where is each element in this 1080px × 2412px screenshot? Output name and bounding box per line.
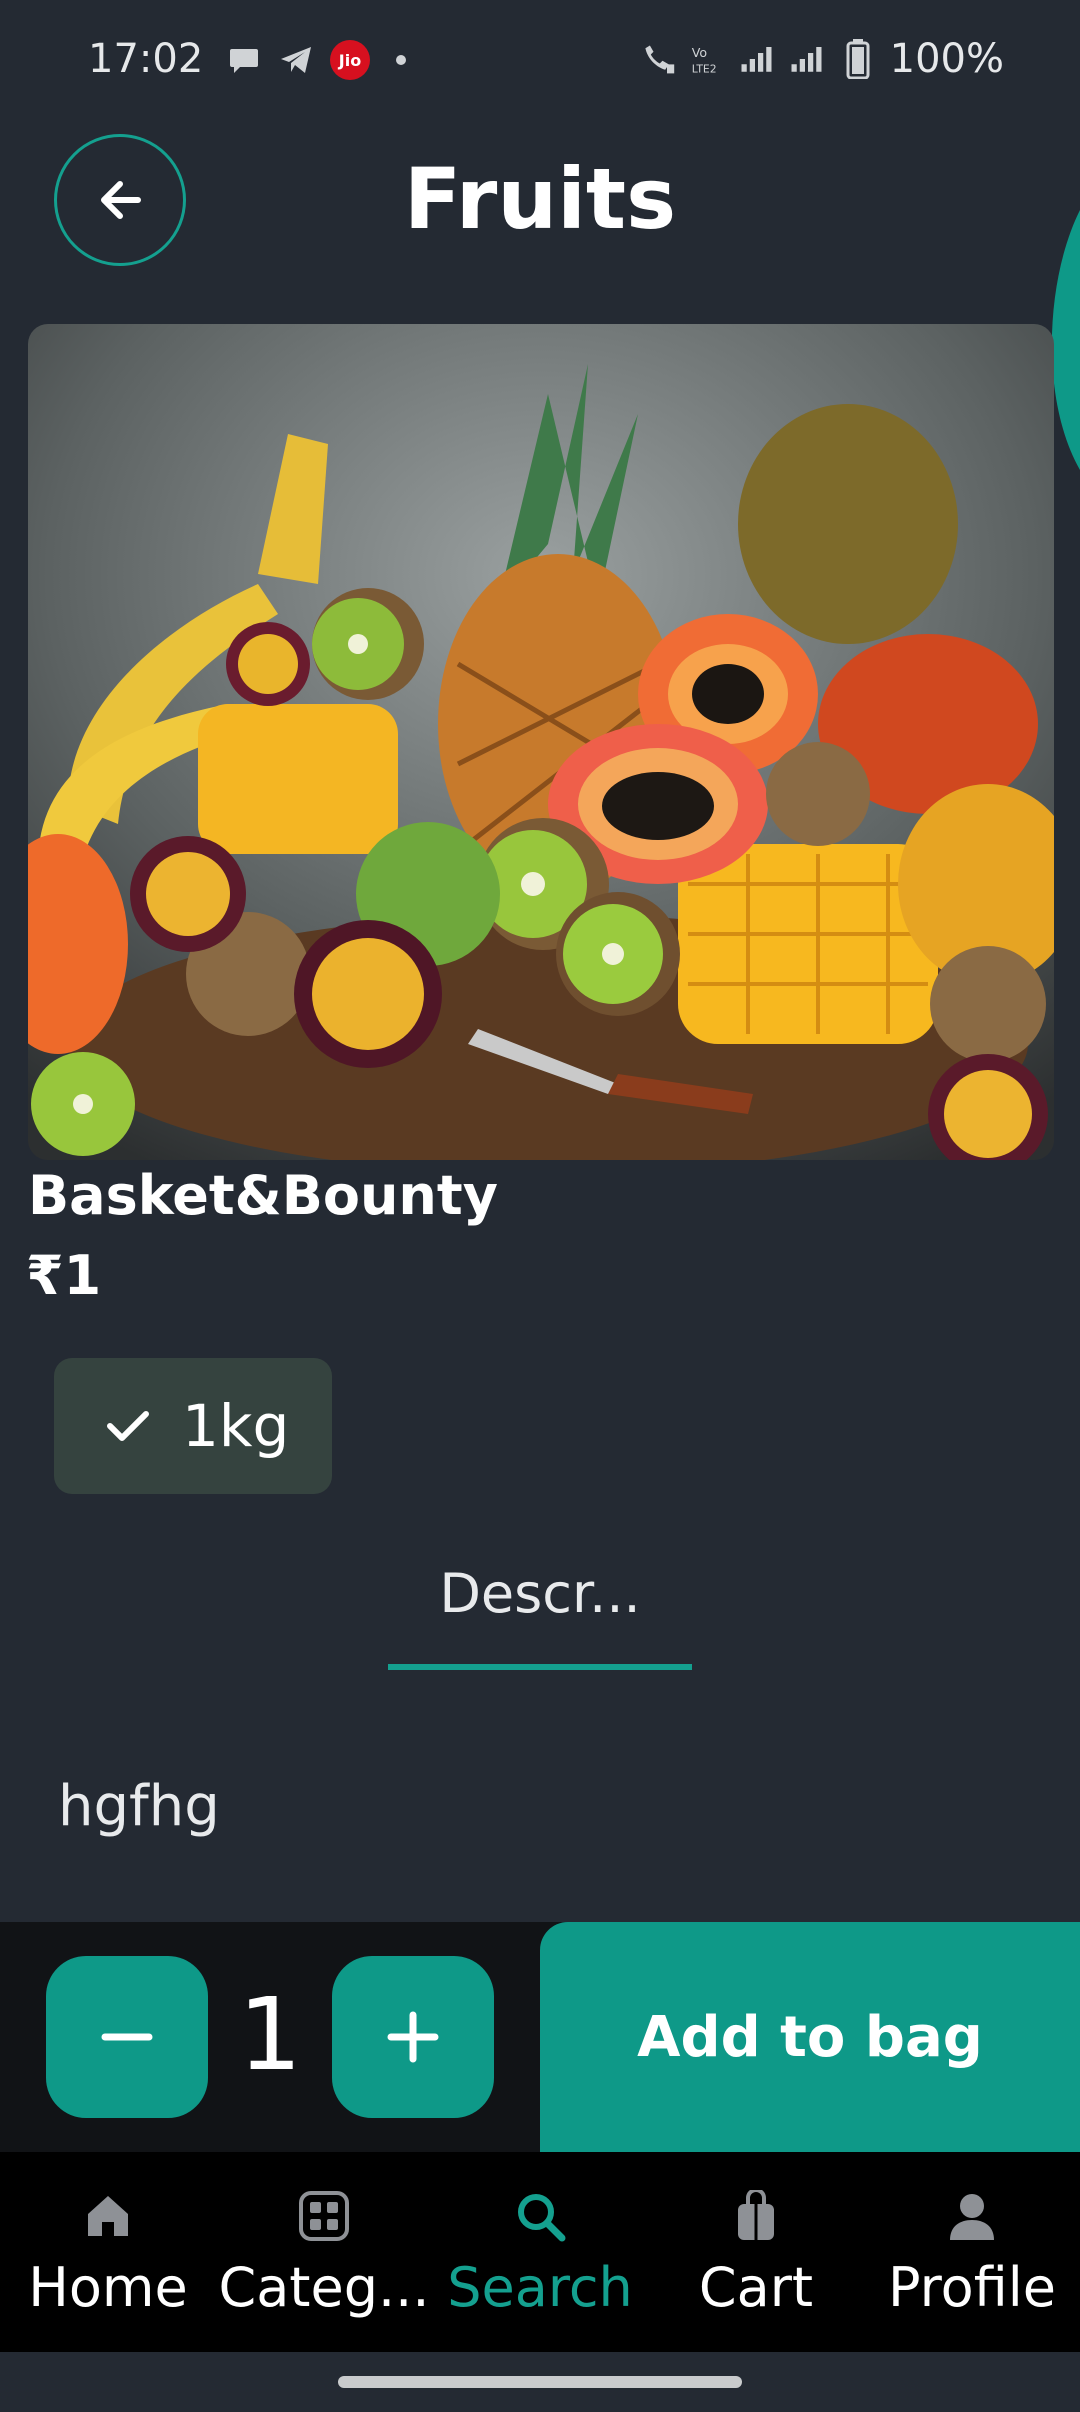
status-bar: 17:02 Jio Vo LTE2 100%	[0, 0, 1080, 126]
home-gesture-bar[interactable]	[338, 2376, 742, 2388]
tab-indicator	[388, 1664, 692, 1670]
nav-item-cart[interactable]: Cart	[648, 2186, 864, 2319]
svg-text:LTE2: LTE2	[691, 63, 716, 76]
page-title: Fruits	[403, 150, 677, 248]
home-icon	[78, 2186, 138, 2246]
signal-icon	[740, 41, 776, 77]
product-detail-screen: 17:02 Jio Vo LTE2 100% Fruits Basket&Bou…	[0, 0, 1080, 2412]
nav-label-profile: Profile	[888, 2256, 1056, 2319]
wifi-call-icon	[640, 41, 676, 77]
decrease-quantity-button[interactable]	[46, 1956, 208, 2118]
product-name: Basket&Bounty	[28, 1164, 498, 1227]
description-text: hgfhg	[58, 1774, 220, 1839]
product-price: ₹1	[26, 1244, 102, 1307]
nav-item-profile[interactable]: Profile	[864, 2186, 1080, 2319]
increase-quantity-button[interactable]	[332, 1956, 494, 2118]
telegram-icon	[278, 42, 314, 78]
grid-icon	[294, 2186, 354, 2246]
quantity-value: 1	[238, 1976, 302, 2093]
volte-icon: Vo LTE2	[690, 41, 726, 77]
notification-icons: Jio	[226, 40, 406, 80]
jio-icon: Jio	[330, 40, 370, 80]
svg-text:Vo: Vo	[691, 45, 707, 60]
system-icons: Vo LTE2 100%	[640, 36, 1004, 82]
tab-description[interactable]: Descr...	[388, 1562, 692, 1625]
nav-label-cart: Cart	[698, 2256, 814, 2319]
nav-label-categories: Categ...	[218, 2256, 430, 2319]
nav-item-categories[interactable]: Categ...	[216, 2186, 432, 2319]
plus-icon	[387, 2011, 439, 2063]
dot-icon	[396, 55, 406, 65]
person-icon	[942, 2186, 1002, 2246]
product-image	[28, 324, 1054, 1160]
battery-icon	[840, 39, 876, 79]
nav-label-search: Search	[447, 2256, 633, 2319]
nav-item-home[interactable]: Home	[0, 2186, 216, 2319]
status-time: 17:02	[88, 36, 204, 82]
variant-label: 1kg	[182, 1392, 290, 1460]
battery-percent: 100%	[889, 36, 1004, 82]
variant-chip[interactable]: 1kg	[54, 1358, 332, 1494]
bag-icon	[726, 2186, 786, 2246]
minus-icon	[101, 2033, 153, 2041]
add-to-bag-button[interactable]: Add to bag	[540, 1922, 1080, 2152]
check-icon	[98, 1396, 158, 1456]
signal-icon	[790, 41, 826, 77]
nav-item-search[interactable]: Search	[432, 2186, 648, 2319]
nav-label-home: Home	[28, 2256, 188, 2319]
search-icon	[510, 2186, 570, 2246]
chat-icon	[226, 42, 262, 78]
